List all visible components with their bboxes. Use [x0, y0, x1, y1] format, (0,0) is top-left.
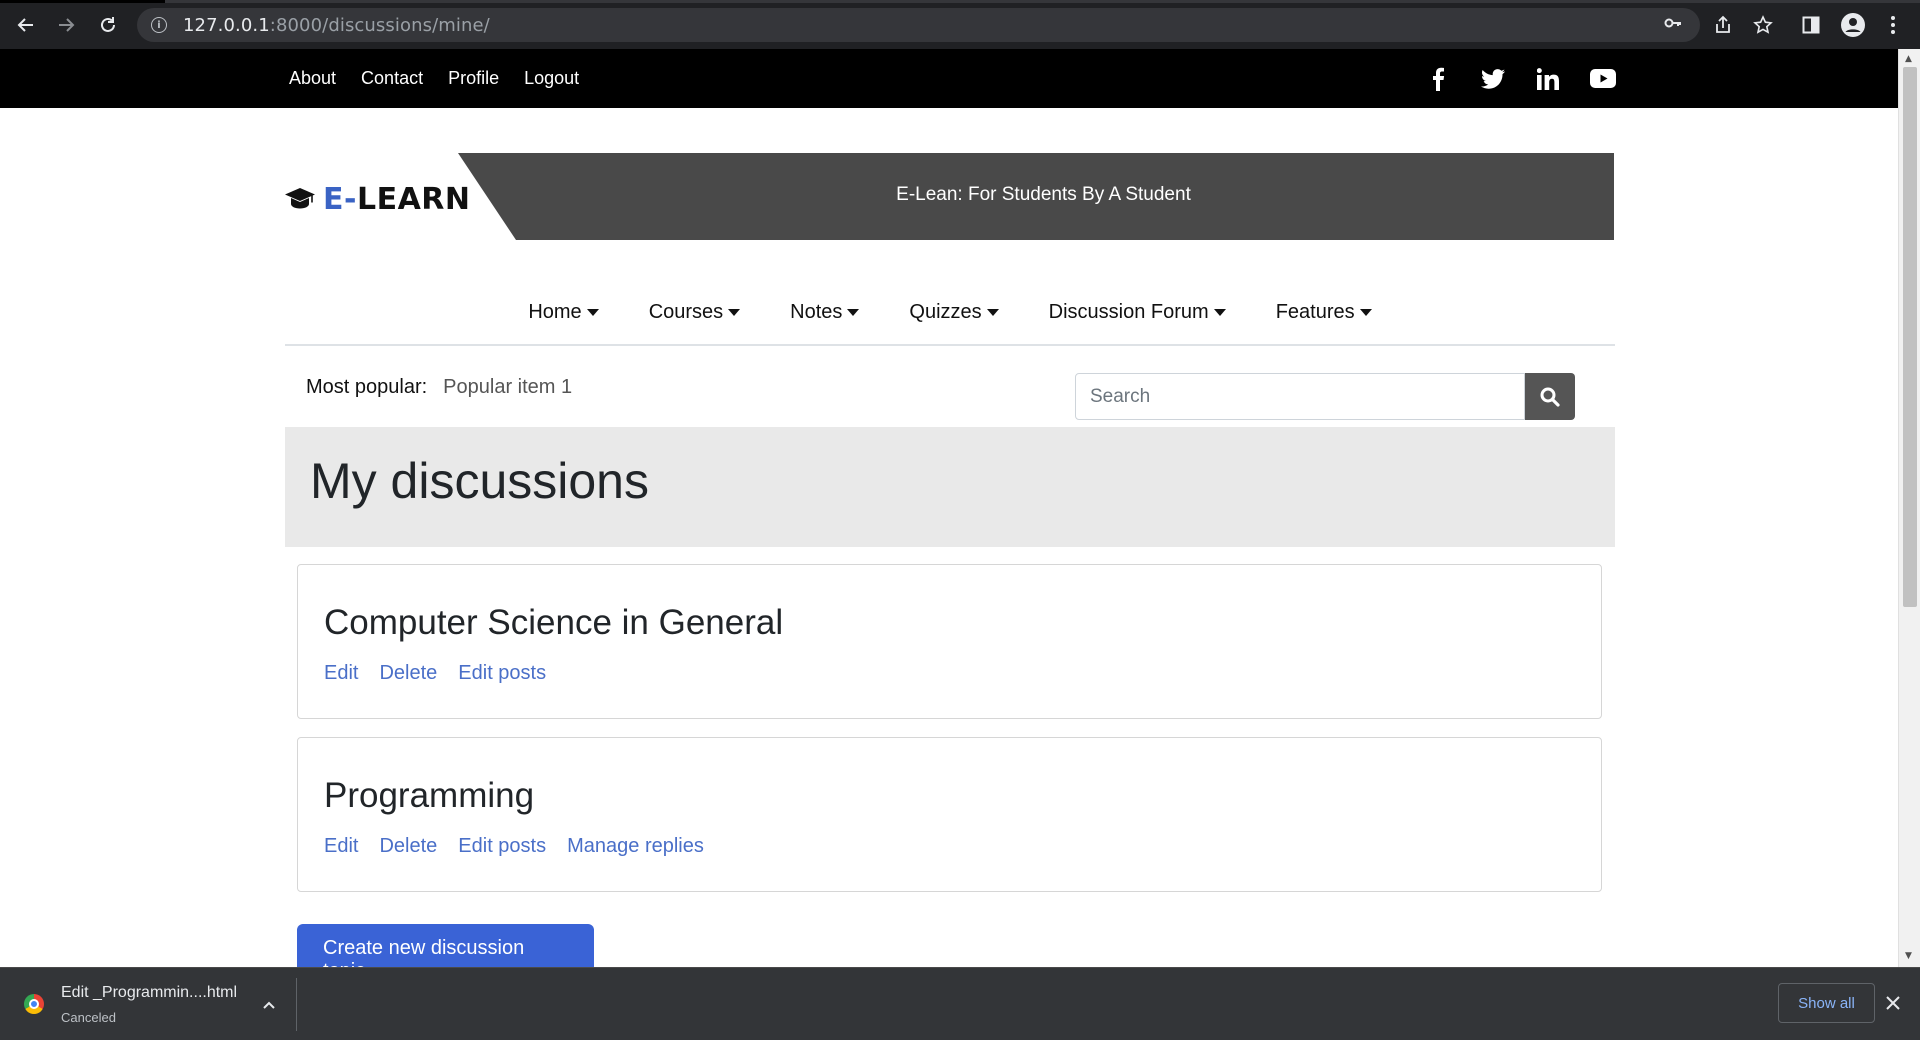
close-icon[interactable]	[1886, 991, 1900, 1015]
manage-replies-link[interactable]: Manage replies	[567, 835, 704, 858]
side-panel-icon[interactable]	[1797, 11, 1825, 39]
omnibox-actions	[1664, 8, 1704, 42]
download-divider	[296, 978, 297, 1031]
star-icon[interactable]	[1749, 11, 1777, 39]
most-popular-label: Most popular:	[306, 376, 428, 398]
search-button[interactable]	[1525, 373, 1575, 420]
scroll-up-icon[interactable]: ▲	[1905, 54, 1912, 64]
topbar-link-logout[interactable]: Logout	[524, 68, 579, 89]
delete-link[interactable]: Delete	[379, 835, 437, 858]
site-logo[interactable]: E-LEARN	[285, 182, 471, 217]
search-icon	[1540, 387, 1560, 407]
search-input[interactable]	[1075, 373, 1526, 420]
chrome-icon	[24, 994, 44, 1014]
tab-strip	[0, 0, 1920, 3]
page-title: My discussions	[310, 453, 649, 509]
chevron-up-icon[interactable]	[262, 996, 276, 1014]
topbar-link-about[interactable]: About	[289, 68, 336, 89]
discussion-actions: Edit Delete Edit posts	[324, 662, 567, 685]
discussion-title: Computer Science in General	[324, 603, 784, 642]
nav-item-home[interactable]: Home	[528, 301, 599, 324]
create-discussion-button[interactable]: Create new discussion topic	[297, 924, 594, 982]
download-text: Edit _Programmin....html Canceled	[61, 984, 237, 1025]
back-icon[interactable]	[12, 11, 40, 39]
edit-link[interactable]: Edit	[324, 662, 358, 685]
logo-text: E-LEARN	[323, 182, 471, 217]
address-url: 127.0.0.1:8000/discussions/mine/	[183, 14, 490, 36]
caret-down-icon	[847, 308, 860, 316]
topbar-link-contact[interactable]: Contact	[361, 68, 423, 89]
download-bar: Edit _Programmin....html Canceled Show a…	[0, 967, 1920, 1040]
profile-icon[interactable]	[1839, 11, 1867, 39]
discussion-card: Programming Edit Delete Edit posts Manag…	[297, 737, 1602, 892]
key-icon[interactable]	[1664, 14, 1682, 36]
search-form	[1075, 373, 1575, 420]
download-file-name: Edit _Programmin....html	[61, 984, 238, 1001]
caret-down-icon	[1359, 308, 1372, 316]
twitter-icon[interactable]	[1465, 64, 1520, 94]
page-scrollbar[interactable]: ▲ ▼	[1898, 49, 1920, 967]
download-item[interactable]: Edit _Programmin....html Canceled	[24, 984, 237, 1025]
share-icon[interactable]	[1709, 11, 1737, 39]
tagline: E-Lean: For Students By A Student	[896, 183, 1191, 205]
page-header: My discussions	[285, 427, 1615, 547]
active-tab[interactable]	[165, 0, 1920, 3]
caret-down-icon	[586, 308, 599, 316]
reload-icon[interactable]	[94, 11, 122, 39]
site-topbar: About Contact Profile Logout	[0, 49, 1898, 108]
discussion-actions: Edit Delete Edit posts Manage replies	[324, 835, 725, 858]
kebab-menu-icon[interactable]	[1879, 11, 1907, 39]
social-links	[1410, 49, 1630, 108]
address-bar[interactable]: i 127.0.0.1:8000/discussions/mine/	[137, 8, 1700, 42]
facebook-icon[interactable]	[1410, 64, 1465, 94]
caret-down-icon	[1213, 308, 1226, 316]
popular-item[interactable]: Popular item 1	[443, 376, 572, 399]
site-info-icon[interactable]: i	[151, 17, 167, 33]
nav-item-courses[interactable]: Courses	[649, 301, 741, 324]
discussion-card: Computer Science in General Edit Delete …	[297, 564, 1602, 719]
nav-item-features[interactable]: Features	[1276, 301, 1372, 324]
scroll-down-icon[interactable]: ▼	[1905, 951, 1912, 961]
delete-link[interactable]: Delete	[379, 662, 437, 685]
nav-item-quizzes[interactable]: Quizzes	[909, 301, 999, 324]
edit-posts-link[interactable]: Edit posts	[458, 662, 546, 685]
topbar-link-profile[interactable]: Profile	[448, 68, 499, 89]
youtube-icon[interactable]	[1575, 64, 1630, 94]
caret-down-icon	[986, 308, 999, 316]
main-nav: Home Courses Notes Quizzes Discussion Fo…	[285, 280, 1615, 346]
browser-toolbar: i 127.0.0.1:8000/discussions/mine/	[0, 0, 1920, 49]
download-status: Canceled	[61, 1010, 116, 1025]
topbar-links: About Contact Profile Logout	[289, 49, 604, 108]
graduation-cap-icon	[285, 185, 315, 215]
edit-posts-link[interactable]: Edit posts	[458, 835, 546, 858]
nav-item-discussion-forum[interactable]: Discussion Forum	[1049, 301, 1226, 324]
show-all-button[interactable]: Show all	[1778, 983, 1875, 1023]
forward-icon[interactable]	[52, 11, 80, 39]
most-popular: Most popular: Popular item 1	[306, 376, 572, 399]
header-banner: E-Lean: For Students By A Student	[458, 153, 1614, 240]
linkedin-icon[interactable]	[1520, 64, 1575, 94]
edit-link[interactable]: Edit	[324, 835, 358, 858]
caret-down-icon	[728, 308, 741, 316]
scrollbar-thumb[interactable]	[1903, 67, 1917, 607]
nav-item-notes[interactable]: Notes	[790, 301, 860, 324]
discussion-title: Programming	[324, 776, 535, 815]
